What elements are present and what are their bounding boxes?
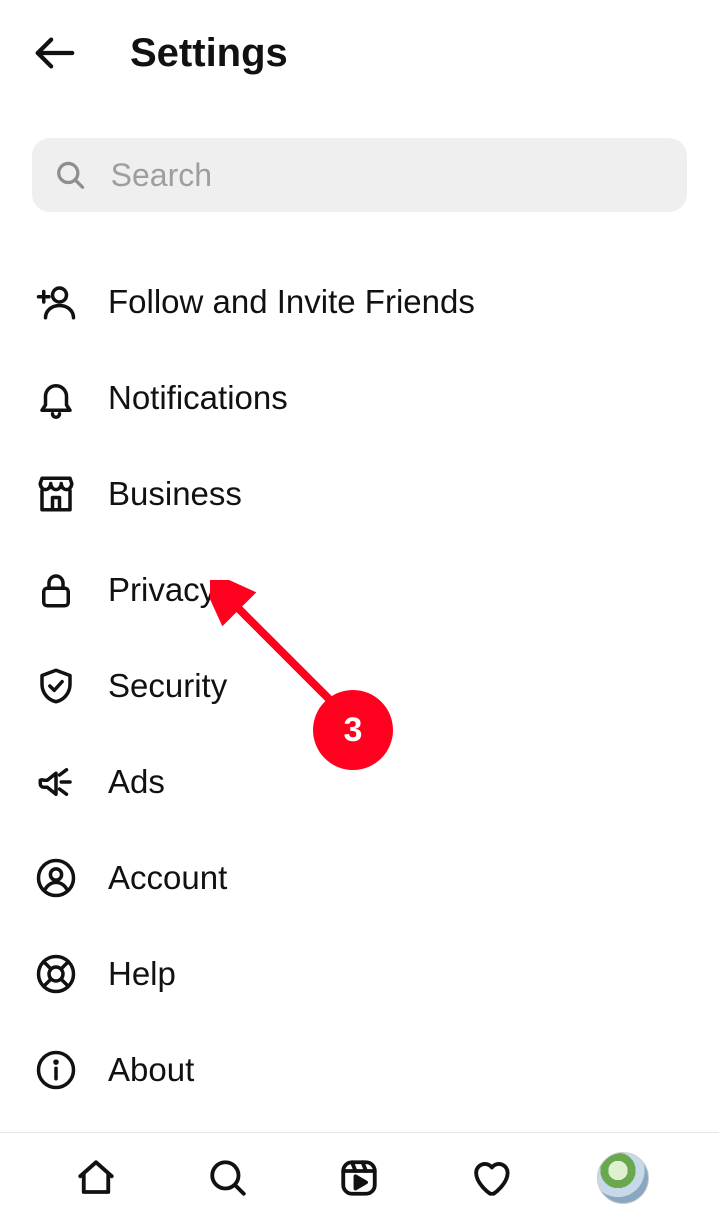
lock-icon (32, 566, 80, 614)
user-circle-icon (32, 854, 80, 902)
menu-label: About (108, 1051, 194, 1089)
arrow-left-icon (32, 30, 78, 76)
search-box[interactable] (32, 138, 687, 212)
menu-item-help[interactable]: Help (32, 926, 687, 1022)
nav-profile[interactable] (596, 1151, 650, 1205)
page-title: Settings (130, 31, 288, 76)
megaphone-icon (32, 758, 80, 806)
search-icon (207, 1157, 249, 1199)
back-button[interactable] (28, 26, 82, 80)
menu-item-ads[interactable]: Ads (32, 734, 687, 830)
menu-item-notifications[interactable]: Notifications (32, 350, 687, 446)
add-person-icon (32, 278, 80, 326)
heart-icon (470, 1157, 512, 1199)
storefront-icon (32, 470, 80, 518)
menu-item-business[interactable]: Business (32, 446, 687, 542)
menu-label: Security (108, 667, 227, 705)
info-icon (32, 1046, 80, 1094)
search-input[interactable] (111, 157, 665, 194)
shield-check-icon (32, 662, 80, 710)
menu-label: Ads (108, 763, 165, 801)
menu-label: Business (108, 475, 242, 513)
menu-item-about[interactable]: About (32, 1022, 687, 1118)
nav-search[interactable] (201, 1151, 255, 1205)
home-icon (75, 1157, 117, 1199)
search-container (0, 98, 719, 236)
menu-label: Notifications (108, 379, 288, 417)
menu-item-account[interactable]: Account (32, 830, 687, 926)
bottom-nav (0, 1132, 719, 1222)
menu-label: Account (108, 859, 227, 897)
reels-icon (338, 1157, 380, 1199)
menu-label: Help (108, 955, 176, 993)
menu-label: Follow and Invite Friends (108, 283, 475, 321)
bell-icon (32, 374, 80, 422)
menu-item-follow-invite[interactable]: Follow and Invite Friends (32, 254, 687, 350)
menu-item-privacy[interactable]: Privacy (32, 542, 687, 638)
life-ring-icon (32, 950, 80, 998)
menu-label: Privacy (108, 571, 216, 609)
nav-activity[interactable] (464, 1151, 518, 1205)
search-icon (54, 157, 87, 193)
menu-item-security[interactable]: Security (32, 638, 687, 734)
nav-reels[interactable] (332, 1151, 386, 1205)
avatar (597, 1152, 649, 1204)
nav-home[interactable] (69, 1151, 123, 1205)
header: Settings (0, 0, 719, 98)
settings-menu: Follow and Invite Friends Notifications … (0, 236, 719, 1118)
